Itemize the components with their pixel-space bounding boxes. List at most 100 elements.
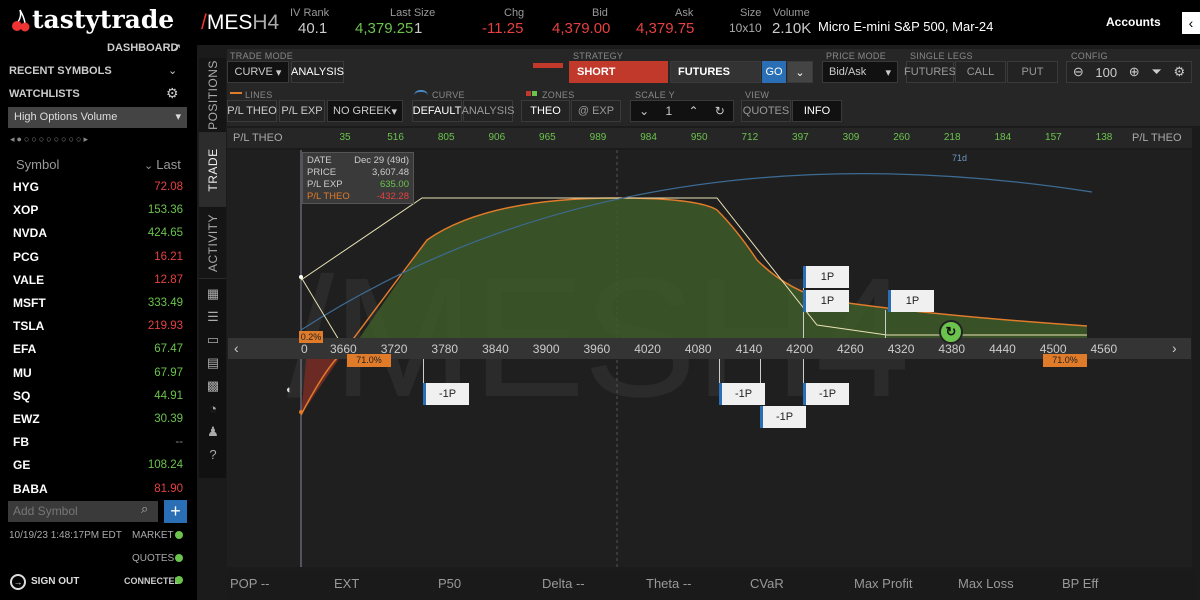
- tooltip-price-label: PRICE: [307, 167, 337, 178]
- calendar-icon[interactable]: ▦: [205, 282, 221, 305]
- analysis-button[interactable]: ANALYSIS: [291, 61, 344, 83]
- settings-icon[interactable]: ⚙: [1173, 64, 1185, 80]
- leg-tag-short[interactable]: -1P: [719, 383, 765, 405]
- filter-icon[interactable]: ⏷: [1151, 64, 1161, 80]
- futures-button[interactable]: FUTURES: [670, 61, 761, 83]
- watchlist-row[interactable]: GE 108.24: [0, 454, 197, 477]
- single-leg-call-button[interactable]: CALL: [955, 61, 1006, 83]
- single-leg-put-button[interactable]: PUT: [1007, 61, 1058, 83]
- watchlist-row[interactable]: BABA 81.90: [0, 478, 197, 501]
- col-symbol-header[interactable]: Symbol: [16, 157, 59, 172]
- leg-tag-short[interactable]: -1P: [760, 406, 806, 428]
- watchlist-row[interactable]: TSLA 219.93: [0, 315, 197, 338]
- recent-symbols-header[interactable]: RECENT SYMBOLS: [9, 65, 112, 77]
- watchlist-row[interactable]: VALE 12.87: [0, 269, 197, 292]
- community-icon[interactable]: ♟: [205, 420, 221, 443]
- watchlist-select[interactable]: High Options Volume ▾: [8, 107, 187, 128]
- tooltip-date-label: DATE: [307, 155, 332, 166]
- pl-value: 984: [640, 132, 657, 143]
- tv-icon[interactable]: ▭: [205, 328, 221, 351]
- bar-chart-icon[interactable]: ▤: [205, 351, 221, 374]
- exp-zone-button[interactable]: @ EXP: [571, 100, 621, 122]
- pl-exp-toggle[interactable]: P/L EXP: [279, 100, 325, 122]
- watchlist-row[interactable]: XOP 153.36: [0, 199, 197, 222]
- analysis-chart[interactable]: /MESH4 ‹ › 0 366037203780384039003960402…: [227, 150, 1192, 567]
- axis-scroll-right-icon[interactable]: ›: [1172, 340, 1177, 356]
- watchlist-row[interactable]: PCG 16.21: [0, 246, 197, 269]
- search-icon[interactable]: ⌕: [141, 501, 148, 517]
- zoom-out-icon[interactable]: ⊖: [1073, 64, 1084, 80]
- grid-icon[interactable]: ▩: [205, 374, 221, 397]
- current-price-marker-icon[interactable]: ↻: [939, 320, 963, 344]
- accounts-button[interactable]: Accounts: [1106, 15, 1161, 29]
- bid-value: 4,379.00: [552, 20, 611, 37]
- help-icon[interactable]: ?: [205, 443, 221, 466]
- watchlist-row[interactable]: HYG 72.08: [0, 176, 197, 199]
- dashboard-gauge-icon[interactable]: ◔: [205, 397, 221, 420]
- chevron-down-icon[interactable]: ⌄: [168, 64, 177, 77]
- leg-tag-short[interactable]: -1P: [803, 383, 849, 405]
- watchlist-row[interactable]: SQ 44.91: [0, 385, 197, 408]
- scale-down-icon[interactable]: ⌄: [639, 104, 649, 118]
- metric-label: Max Profit: [854, 576, 913, 591]
- list-icon[interactable]: ☰: [205, 305, 221, 328]
- scale-value: 1: [665, 104, 673, 118]
- watchlist-last: 81.90: [154, 482, 183, 495]
- add-symbol-input[interactable]: Add Symbol: [8, 501, 158, 522]
- leg-tag-long[interactable]: 1P: [803, 266, 849, 288]
- iv-rank-value: 40.1: [298, 20, 328, 37]
- iv-rank-label: IV Rank: [290, 7, 330, 19]
- bid-label: Bid: [592, 7, 608, 19]
- external-link-icon[interactable]: ↗: [172, 41, 181, 54]
- default-curve-button[interactable]: DEFAULT: [412, 100, 462, 122]
- leg-tag-short[interactable]: -1P: [423, 383, 469, 405]
- quotes-view-button[interactable]: QUOTES: [741, 100, 791, 122]
- info-view-button[interactable]: INFO: [792, 100, 842, 122]
- collapse-chevron-icon[interactable]: ‹: [1182, 12, 1200, 34]
- analysis-curve-button[interactable]: ANALYSIS: [462, 100, 515, 122]
- chg-label: Chg: [504, 7, 525, 19]
- short-button[interactable]: SHORT: [569, 61, 668, 83]
- watchlist-last: 108.24: [147, 459, 183, 472]
- watchlist-pager[interactable]: ◂●○○○○○○○○▸: [10, 134, 90, 145]
- leg-tag-long[interactable]: 1P: [803, 290, 849, 312]
- watchlist-row[interactable]: EFA 67.47: [0, 338, 197, 361]
- x-tick-label: 4440: [989, 342, 1016, 356]
- watchlist-row[interactable]: MU 67.97: [0, 362, 197, 385]
- watchlist-row[interactable]: FB --: [0, 431, 197, 454]
- zoom-in-icon[interactable]: ⊕: [1129, 64, 1140, 80]
- axis-scroll-left-icon[interactable]: ‹: [234, 340, 239, 356]
- watchlist-symbol: GE: [13, 458, 31, 473]
- leg-tag-long[interactable]: 1P: [888, 290, 934, 312]
- watchlist-last: 12.87: [154, 273, 183, 286]
- reset-icon[interactable]: ↻: [715, 104, 725, 118]
- tooltip-pltheo: -432.28: [376, 191, 409, 202]
- axis-start-label: 0: [301, 342, 308, 356]
- watchlist-row[interactable]: NVDA 424.65: [0, 222, 197, 245]
- dashboard-link[interactable]: DASHBOARD: [107, 42, 179, 54]
- brand-logo[interactable]: tastytrade: [32, 5, 174, 34]
- greek-select[interactable]: NO GREEK ▾: [327, 100, 403, 122]
- add-symbol-button[interactable]: +: [164, 500, 187, 523]
- tab-trade[interactable]: TRADE: [199, 133, 226, 207]
- tab-activity[interactable]: ACTIVITY: [199, 207, 226, 279]
- pl-theo-toggle[interactable]: P/L THEO: [227, 100, 277, 122]
- col-last-header[interactable]: ⌄ Last: [144, 157, 181, 172]
- tab-positions[interactable]: POSITIONS: [199, 58, 226, 133]
- watchlist-row[interactable]: MSFT 333.49: [0, 292, 197, 315]
- scale-up-icon[interactable]: ⌃: [688, 104, 698, 118]
- chevron-down-icon[interactable]: ⌄: [787, 61, 813, 83]
- watchlist-row[interactable]: EWZ 30.39: [0, 408, 197, 431]
- quotes-status-dot: [175, 554, 183, 562]
- sign-out-button[interactable]: SIGN OUT: [31, 576, 79, 587]
- loop-icon[interactable]: ◐: [286, 384, 293, 396]
- theo-zone-button[interactable]: THEO: [521, 100, 570, 122]
- go-button[interactable]: GO: [762, 61, 786, 83]
- top-bar: tastytrade /MESH4 IV Rank 40.1 Last Size…: [0, 0, 1200, 45]
- single-leg-futures-button[interactable]: FUTURES: [904, 61, 956, 83]
- sign-out-icon[interactable]: →: [10, 574, 26, 590]
- gear-icon[interactable]: ⚙: [166, 85, 179, 102]
- price-mode-select[interactable]: Bid/Ask ▾: [822, 61, 898, 83]
- curve-select[interactable]: CURVE ▾: [227, 61, 289, 83]
- pl-value: 906: [488, 132, 506, 143]
